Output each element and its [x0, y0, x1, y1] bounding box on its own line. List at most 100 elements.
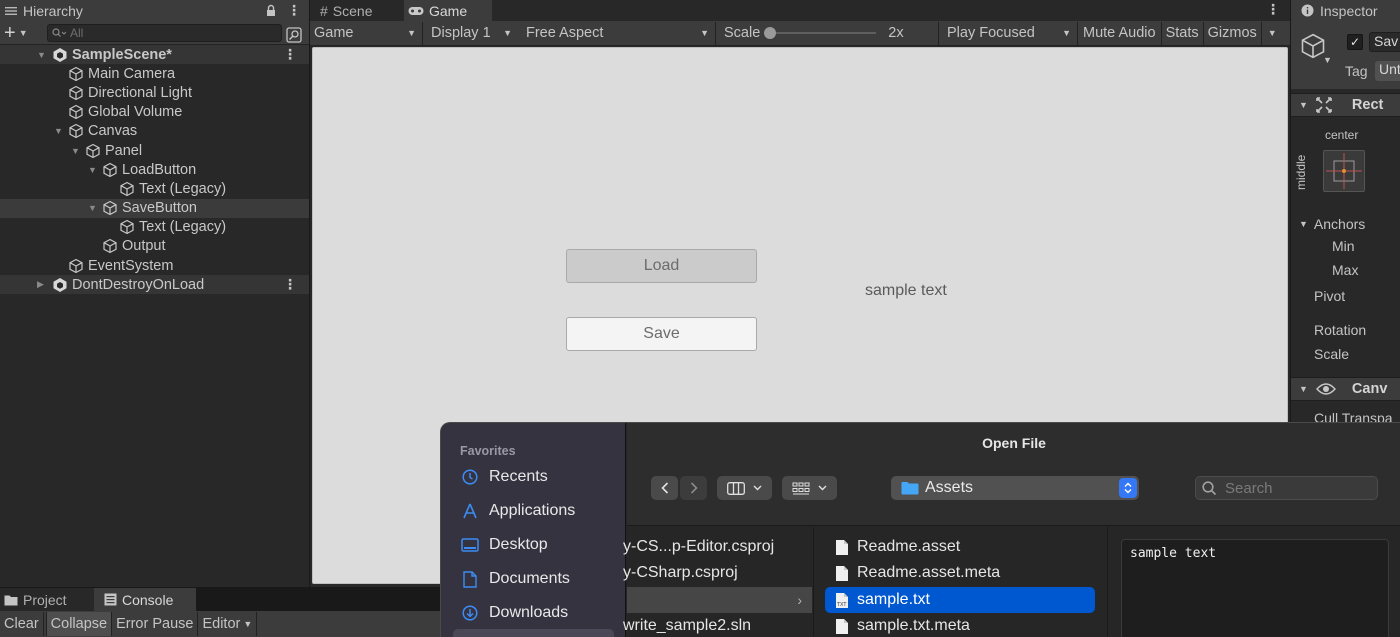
- scene-search-icon[interactable]: [286, 27, 302, 43]
- hierarchy-item-loadbutton[interactable]: ▼ LoadButton: [0, 160, 309, 179]
- gameobject-cube-icon: [68, 85, 84, 101]
- hierarchy-item-output[interactable]: Output: [0, 237, 309, 256]
- scene-menu-kebab-icon[interactable]: ⋮: [283, 46, 297, 63]
- hierarchy-item-text-legacy[interactable]: Text (Legacy): [0, 179, 309, 198]
- gizmos-button[interactable]: Gizmos: [1204, 22, 1261, 45]
- console-panel: Project Console Clear Collapse Error Pau…: [0, 588, 440, 637]
- list-icon: [4, 5, 18, 17]
- icon-dropdown-icon[interactable]: ▼: [1323, 55, 1332, 65]
- folder-item-selected[interactable]: ›: [627, 587, 812, 613]
- expand-caret-icon[interactable]: ▼: [54, 126, 64, 136]
- sidebar-item-applications[interactable]: Applications: [461, 502, 575, 520]
- hierarchy-item-canvas[interactable]: ▼ Canvas: [0, 122, 309, 141]
- tab-game[interactable]: Game: [404, 0, 492, 21]
- sidebar-item-downloads[interactable]: Downloads: [461, 604, 568, 622]
- sidebar-item-desktop[interactable]: Desktop: [461, 536, 548, 554]
- view-mode-dropdown[interactable]: [717, 476, 772, 500]
- tab-scene[interactable]: # Scene: [310, 0, 404, 21]
- hierarchy-scene-dontdestroyonload[interactable]: ▶ DontDestroyOnLoad ⋮: [0, 275, 309, 295]
- canvas-renderer-header[interactable]: ▼ Canv: [1291, 377, 1400, 401]
- mute-audio-label: Mute Audio: [1083, 25, 1156, 41]
- error-pause-button[interactable]: Error Pause: [112, 612, 199, 636]
- hierarchy-item-global-volume[interactable]: Global Volume: [0, 103, 309, 122]
- file-item-selected[interactable]: TXT sample.txt: [825, 587, 1095, 613]
- collapse-caret-icon[interactable]: ▶: [37, 279, 47, 290]
- anchors-foldout[interactable]: ▼ Anchors: [1299, 216, 1365, 232]
- inspector-header: ▼ ✓ Sav Tag Unt: [1291, 21, 1400, 89]
- add-dropdown-icon[interactable]: ▼: [19, 28, 28, 38]
- expand-caret-icon[interactable]: ▼: [88, 165, 98, 175]
- tab-project[interactable]: Project: [0, 588, 94, 611]
- add-icon[interactable]: +: [4, 23, 16, 43]
- gameobject-cube-icon: [102, 238, 118, 254]
- hierarchy-item-directional-light[interactable]: Directional Light: [0, 83, 309, 102]
- file-item[interactable]: y-CS...p-Editor.csproj: [613, 534, 813, 560]
- tab-inspector[interactable]: Inspector: [1291, 0, 1400, 21]
- dialog-search-input[interactable]: Search: [1195, 476, 1378, 500]
- scale-slider-handle[interactable]: [764, 27, 777, 39]
- file-item[interactable]: Readme.asset: [825, 534, 1095, 560]
- clear-label: Clear: [4, 616, 39, 632]
- back-button[interactable]: [651, 476, 678, 500]
- play-mode-dropdown[interactable]: Play Focused ▼: [939, 22, 1077, 45]
- hierarchy-item-savebutton[interactable]: ▼ SaveButton: [0, 198, 309, 218]
- aspect-dropdown[interactable]: Free Aspect ▼: [518, 22, 715, 45]
- clear-button[interactable]: Clear: [0, 612, 44, 636]
- file-item[interactable]: y-CSharp.csproj: [613, 560, 813, 586]
- expand-caret-icon[interactable]: ▼: [37, 50, 47, 60]
- display-dropdown[interactable]: Display 1 ▼: [423, 22, 518, 45]
- expand-caret-icon[interactable]: ▼: [88, 203, 98, 213]
- hierarchy-item-label: Canvas: [88, 123, 138, 140]
- hierarchy-item-text-legacy[interactable]: Text (Legacy): [0, 218, 309, 237]
- editor-dropdown[interactable]: Editor ▼: [198, 612, 258, 636]
- gameobject-cube-icon: [68, 66, 84, 82]
- gizmos-label: Gizmos: [1207, 25, 1257, 41]
- group-by-dropdown[interactable]: [782, 476, 837, 500]
- lock-icon[interactable]: [265, 4, 277, 17]
- game-tab-label: Game: [429, 2, 468, 19]
- hierarchy-item-label: Global Volume: [88, 104, 183, 121]
- load-button[interactable]: Load: [566, 249, 757, 283]
- rect-transform-header[interactable]: ▼ Rect: [1291, 93, 1400, 117]
- game-menu-kebab-icon[interactable]: ⋮: [1266, 1, 1280, 18]
- output-text: sample text: [865, 282, 947, 299]
- location-dropdown[interactable]: Assets: [891, 476, 1139, 500]
- save-button[interactable]: Save: [566, 317, 757, 351]
- aspect-value: Free Aspect: [526, 25, 604, 41]
- hierarchy-item-panel[interactable]: ▼ Panel: [0, 141, 309, 160]
- mute-audio-button[interactable]: Mute Audio: [1078, 22, 1161, 45]
- hierarchy-item-eventsystem[interactable]: EventSystem: [0, 256, 309, 275]
- active-checkbox[interactable]: ✓: [1347, 34, 1363, 50]
- display-value: Display 1: [431, 25, 491, 41]
- display-mode-dropdown[interactable]: Game ▼: [310, 22, 422, 45]
- gameobject-cube-icon: [119, 181, 135, 197]
- hierarchy-item-main-camera[interactable]: Main Camera: [0, 64, 309, 83]
- file-item[interactable]: write_sample2.sln: [613, 613, 813, 637]
- anchor-preset-button[interactable]: [1323, 150, 1365, 192]
- hierarchy-item-label: DontDestroyOnLoad: [72, 276, 205, 293]
- collapse-button[interactable]: Collapse: [46, 612, 113, 636]
- favorites-label: Favorites: [460, 444, 516, 458]
- sidebar-item-documents[interactable]: Documents: [461, 570, 570, 588]
- forward-button[interactable]: [680, 476, 707, 500]
- tab-console[interactable]: Console: [94, 588, 196, 611]
- file-item[interactable]: Readme.asset.meta: [825, 560, 1095, 586]
- menu-kebab-icon[interactable]: ⋮: [287, 2, 301, 19]
- object-name-input[interactable]: Sav: [1369, 32, 1400, 52]
- file-item[interactable]: sample.txt.meta: [825, 613, 1095, 637]
- stats-button[interactable]: Stats: [1162, 22, 1203, 45]
- hierarchy-item-label: Text (Legacy): [139, 219, 227, 236]
- tag-dropdown[interactable]: Unt: [1375, 61, 1400, 81]
- search-icon: [52, 28, 66, 38]
- scale-slider[interactable]: [764, 27, 877, 39]
- expand-caret-icon[interactable]: ▼: [71, 146, 81, 156]
- anchors-min-label: Min: [1332, 238, 1355, 254]
- hierarchy-search-input[interactable]: All: [47, 24, 282, 42]
- hierarchy-scene-samplescene[interactable]: ▼ SampleScene* ⋮: [0, 45, 309, 65]
- sidebar-item-selected[interactable]: [453, 629, 614, 637]
- scene-menu-kebab-icon[interactable]: ⋮: [283, 276, 297, 293]
- sidebar-item-recents[interactable]: Recents: [461, 468, 548, 486]
- tab-hierarchy[interactable]: Hierarchy ⋮: [0, 0, 309, 21]
- gizmos-dropdown-icon[interactable]: ▼: [1262, 28, 1283, 38]
- load-button-label: Load: [643, 257, 680, 274]
